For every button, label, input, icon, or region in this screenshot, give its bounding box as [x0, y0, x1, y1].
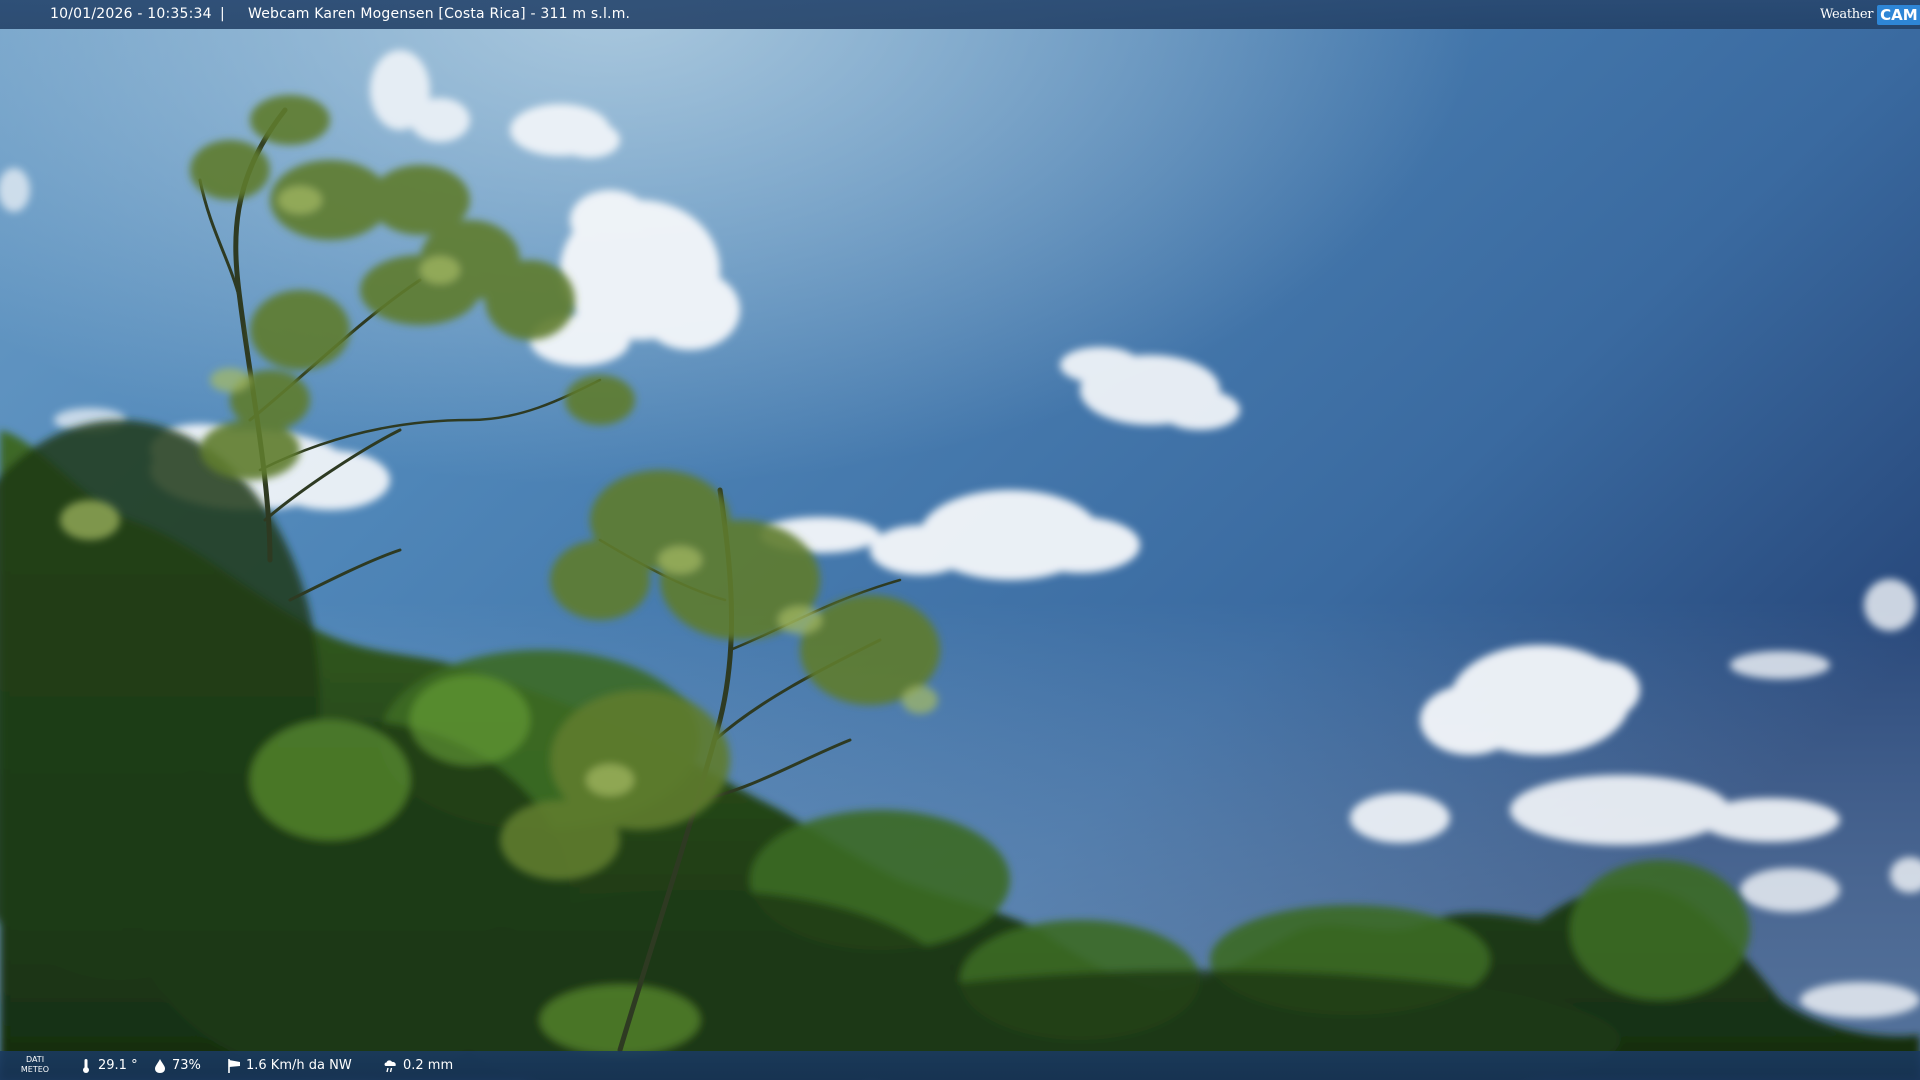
wind-reading: 1.6 Km/h da NW [226, 1051, 352, 1080]
logo-weather-text: Weather [1820, 7, 1874, 22]
meteo-data-label: DATI METEO [18, 1055, 52, 1075]
capture-datetime: 10/01/2026 - 10:35:34 [50, 6, 212, 22]
logo-cam-text: CAM [1877, 4, 1920, 25]
camera-title: Webcam Karen Mogensen [Costa Rica] - 311… [248, 6, 631, 22]
rain-value: 0.2 mm [403, 1058, 454, 1073]
temperature-value: 29.1 ° [98, 1058, 138, 1073]
humidity-reading: 73% [152, 1051, 201, 1080]
wind-value: 1.6 Km/h da NW [246, 1058, 352, 1073]
humidity-value: 73% [172, 1058, 201, 1073]
meteo-label-line2: METEO [20, 1065, 50, 1074]
temperature-reading: 29.1 ° [78, 1051, 138, 1080]
windsock-icon [226, 1058, 242, 1074]
thermometer-icon [78, 1058, 94, 1074]
bottom-weather-bar: DATI METEO 29.1 ° 73% 1.6 Km/h da NW 0.2… [0, 1051, 1920, 1080]
top-info-bar: 10/01/2026 - 10:35:34 | Webcam Karen Mog… [0, 0, 1920, 29]
weathercam-logo[interactable]: Weather CAM [1816, 0, 1920, 29]
rain-reading: 0.2 mm [383, 1051, 453, 1080]
droplet-icon [152, 1058, 168, 1074]
landscape-photo [0, 0, 1920, 1080]
rain-cloud-icon [383, 1058, 399, 1074]
meteo-label-line1: DATI [25, 1055, 45, 1064]
webcam-image [0, 0, 1920, 1080]
title-separator: | [220, 6, 225, 22]
